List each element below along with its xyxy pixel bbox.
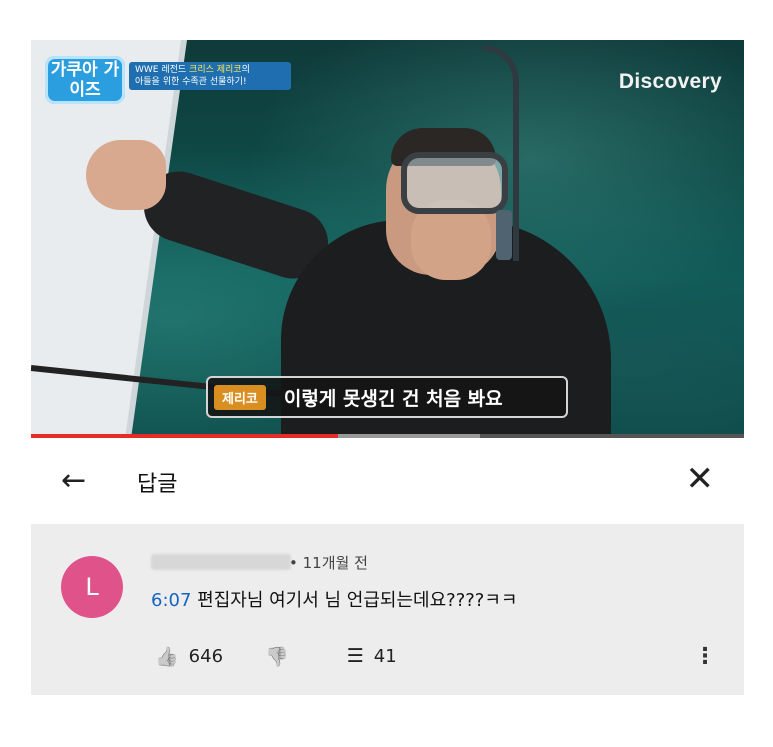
page-title: 답글	[137, 472, 178, 497]
subtitle-box: 제리코 이렇게 못생긴 건 처음 봐요	[206, 376, 568, 418]
username-blurred[interactable]	[151, 554, 291, 570]
dislike-icon[interactable]: 👎	[265, 645, 289, 668]
reply-count: 41	[373, 645, 397, 667]
like-count: 646	[188, 645, 224, 667]
reply-icon[interactable]: ☰	[347, 645, 364, 667]
video-player[interactable]: 가쿠아 가이즈 WWE 레전드 크리스 제리코의 아들을 위한 수족관 선물하기…	[31, 40, 744, 438]
avatar[interactable]: L	[61, 556, 123, 618]
channel-logo: Discovery	[618, 70, 722, 93]
snorkel-mouthpiece	[496, 210, 512, 260]
subtitle-speaker: 제리코	[214, 384, 266, 410]
comment-body: 편집자님 여기서 님 언급되는데요????ㅋㅋ	[191, 590, 518, 611]
show-logo: 가쿠아 가이즈	[45, 56, 125, 104]
like-icon[interactable]: 👍	[155, 645, 179, 668]
topic-highlight: 크리스 제리코	[189, 65, 242, 75]
more-options-icon[interactable]: ⋮	[694, 644, 716, 669]
comment-text: 6:07 편집자님 여기서 님 언급되는데요????ㅋㅋ	[151, 586, 517, 612]
comment-actions: 👍 646 👎 ☰ 41	[155, 644, 397, 668]
progress-buffer	[337, 434, 481, 438]
replies-header: ← 답글 ✕	[31, 452, 744, 512]
subtitle-text: 이렇게 못생긴 건 처음 봐요	[283, 387, 503, 410]
topic-banner: WWE 레전드 크리스 제리코의 아들을 위한 수족관 선물하기!	[129, 62, 291, 90]
topic-suffix: 의	[241, 65, 250, 75]
close-icon[interactable]: ✕	[686, 462, 715, 496]
topic-line2: 아들을 위한 수족관 선물하기!	[135, 77, 247, 87]
progress-bar[interactable]	[31, 434, 744, 438]
comment-time: • 11개월 전	[289, 554, 368, 572]
progress-fill	[31, 434, 338, 438]
diver-hand	[86, 140, 166, 210]
back-arrow-icon[interactable]: ←	[61, 465, 86, 497]
topic-prefix: WWE 레전드	[135, 65, 190, 75]
timestamp-link[interactable]: 6:07	[151, 590, 191, 611]
comment-card: L • 11개월 전 6:07 편집자님 여기서 님 언급되는데요????ㅋㅋ …	[31, 524, 744, 695]
